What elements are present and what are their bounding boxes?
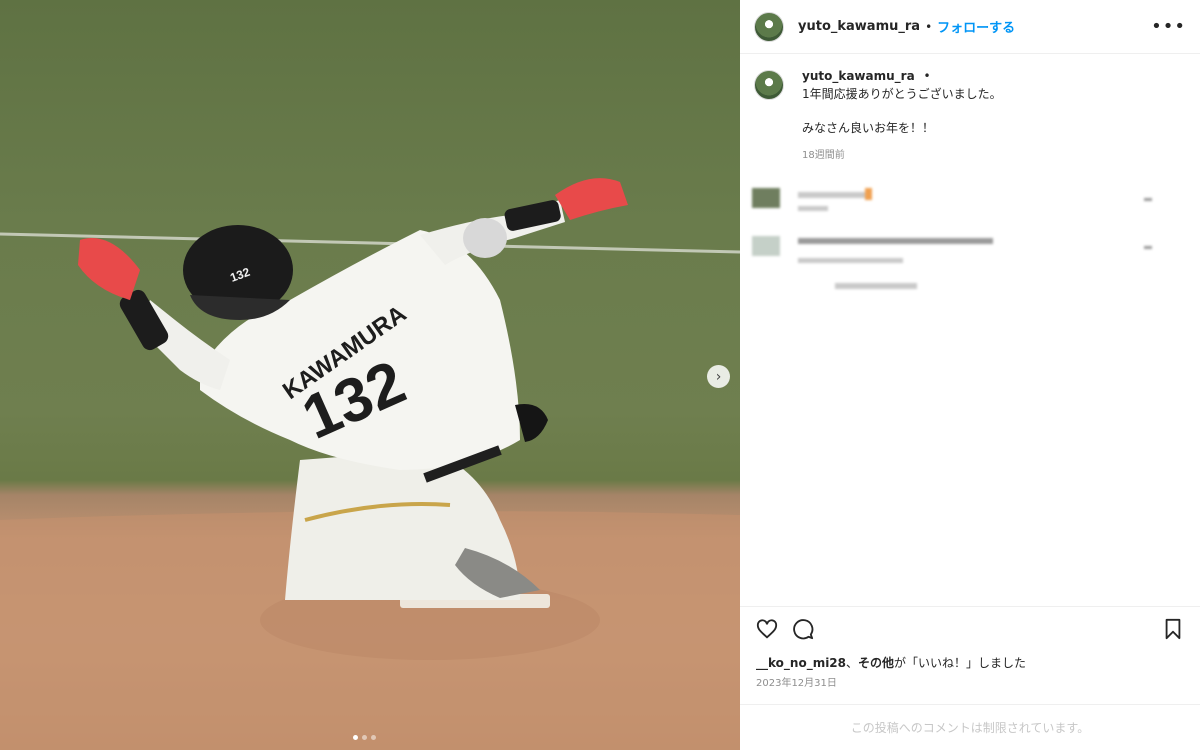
post-side-panel: yuto_kawamu_ra • フォローする ••• yuto_kawamu_… xyxy=(740,0,1200,750)
caption-username[interactable]: yuto_kawamu_ra xyxy=(802,69,915,83)
more-options-icon[interactable]: ••• xyxy=(1151,16,1186,37)
likes-summary: __ko_no_mi28、その他が「いいね！」しました xyxy=(756,654,1026,671)
carousel-dot xyxy=(353,735,358,740)
comment-text xyxy=(798,192,868,198)
comments-restricted-notice: この投稿へのコメントは制限されています。 xyxy=(740,704,1200,750)
comment-button[interactable] xyxy=(790,616,816,642)
carousel-dot xyxy=(362,735,367,740)
carousel-next-button[interactable]: › xyxy=(707,365,730,388)
post-actions xyxy=(740,606,1200,650)
heart-icon xyxy=(756,618,778,638)
save-button[interactable] xyxy=(1160,616,1186,642)
caption-separator: • xyxy=(923,69,931,83)
likes-suffix: が「いいね！」しました xyxy=(894,656,1027,670)
comment-like-icon[interactable] xyxy=(1144,246,1152,249)
comment-text xyxy=(798,238,993,244)
comment-meta xyxy=(798,258,903,263)
avatar[interactable] xyxy=(754,70,784,100)
post-media[interactable]: KAWAMURA 132 132 › xyxy=(0,0,740,750)
follow-button[interactable]: フォローする xyxy=(937,17,1015,36)
post-photo: KAWAMURA 132 132 xyxy=(0,178,740,750)
caption-time[interactable]: 18週間前 xyxy=(802,147,1002,164)
header-username[interactable]: yuto_kawamu_ra xyxy=(798,19,920,34)
header-separator: • xyxy=(925,19,933,34)
caption-body: yuto_kawamu_ra • 1年間応援ありがとうございました。 みなさん良… xyxy=(802,68,1002,164)
chevron-right-icon: › xyxy=(715,368,722,385)
post-date[interactable]: 2023年12月31日 xyxy=(756,674,837,689)
comment-emoji xyxy=(865,188,872,200)
bookmark-icon xyxy=(1165,618,1181,639)
comment-item xyxy=(750,234,1190,274)
liked-by-user[interactable]: __ko_no_mi28 xyxy=(756,656,846,670)
post-header: yuto_kawamu_ra • フォローする ••• xyxy=(740,0,1200,54)
liked-by-others[interactable]: その他 xyxy=(858,656,894,670)
carousel-dot xyxy=(371,735,376,740)
caption: yuto_kawamu_ra • 1年間応援ありがとうございました。 みなさん良… xyxy=(754,68,1002,164)
likes-separator: 、 xyxy=(846,656,859,670)
comment-item xyxy=(750,186,1190,226)
comment-like-icon[interactable] xyxy=(1144,198,1152,201)
comment-avatar xyxy=(752,236,780,256)
caption-text: 1年間応援ありがとうございました。 みなさん良いお年を！！ xyxy=(802,87,1002,135)
comment-icon xyxy=(793,618,814,639)
comment-avatar xyxy=(752,188,780,208)
comment-meta xyxy=(798,206,828,211)
carousel-dots xyxy=(353,735,376,740)
like-button[interactable] xyxy=(754,616,780,642)
view-replies-link[interactable] xyxy=(835,283,917,289)
avatar[interactable] xyxy=(754,11,784,42)
